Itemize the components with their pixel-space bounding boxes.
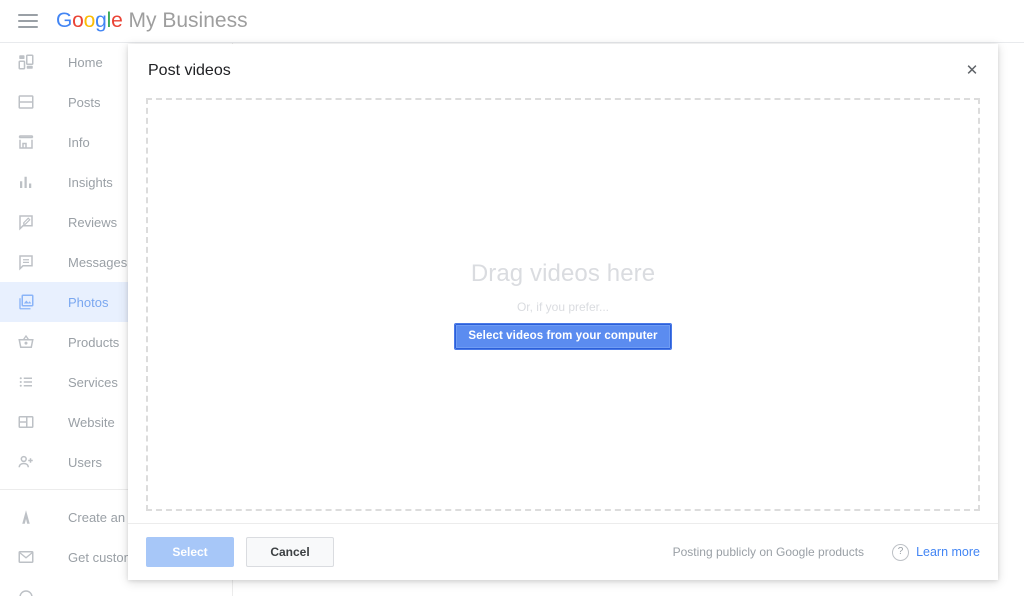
sidebar-item-label: Services — [68, 375, 118, 390]
sidebar-item-label: Users — [68, 455, 102, 470]
sidebar-item-label: Photos — [68, 295, 108, 310]
dropzone-subtext: Or, if you prefer... — [517, 300, 609, 314]
dialog-header: Post videos ✕ — [128, 44, 998, 98]
hamburger-line — [18, 20, 38, 22]
logo-letter: G — [56, 9, 72, 32]
post-videos-dialog: Post videos ✕ Drag videos here Or, if yo… — [128, 44, 998, 580]
posts-icon — [14, 90, 38, 114]
website-layout-icon — [14, 410, 38, 434]
circle-icon — [14, 585, 38, 596]
logo-letter: o — [84, 9, 95, 32]
hamburger-line — [18, 14, 38, 16]
basket-icon — [14, 330, 38, 354]
google-ads-icon — [14, 505, 38, 529]
video-dropzone[interactable]: Drag videos here Or, if you prefer... Se… — [146, 98, 980, 511]
storefront-icon — [14, 130, 38, 154]
hamburger-menu-icon[interactable] — [18, 14, 38, 28]
list-icon — [14, 370, 38, 394]
dialog-footer: Select Cancel Posting publicly on Google… — [128, 523, 998, 580]
sidebar-item-label: Home — [68, 55, 103, 70]
close-icon[interactable]: ✕ — [963, 62, 981, 80]
photo-stack-icon — [14, 290, 38, 314]
dropzone-headline: Drag videos here — [471, 260, 655, 288]
logo-letter: g — [95, 9, 106, 32]
learn-more-link[interactable]: Learn more — [916, 545, 980, 559]
sidebar-item-label: Posts — [68, 95, 101, 110]
hamburger-line — [18, 26, 38, 28]
dashboard-icon — [14, 50, 38, 74]
sidebar-item-label: Website — [68, 415, 115, 430]
cancel-button[interactable]: Cancel — [246, 537, 334, 567]
person-add-icon — [14, 450, 38, 474]
brand-logo[interactable]: Google My Business — [56, 9, 248, 33]
brand-suffix: My Business — [129, 9, 248, 33]
sidebar-item-label: Reviews — [68, 215, 117, 230]
select-videos-from-computer-button[interactable]: Select videos from your computer — [455, 324, 670, 349]
footer-right-group: Posting publicly on Google products ? Le… — [673, 544, 980, 561]
sidebar-item-label: Insights — [68, 175, 113, 190]
app-root: Google My Business Home Posts Info — [0, 0, 1024, 596]
sidebar-item-label: Info — [68, 135, 90, 150]
logo-letter: e — [111, 9, 122, 32]
dialog-title: Post videos — [148, 62, 231, 80]
message-lines-icon — [14, 250, 38, 274]
question-mark-icon[interactable]: ? — [892, 544, 909, 561]
select-button[interactable]: Select — [146, 537, 234, 567]
gmail-icon — [14, 545, 38, 569]
sidebar-item-label: Messages — [68, 255, 127, 270]
google-wordmark: Google — [56, 9, 123, 33]
bar-chart-icon — [14, 170, 38, 194]
posting-note: Posting publicly on Google products — [673, 545, 864, 559]
review-comment-icon — [14, 210, 38, 234]
sidebar-item-label: Products — [68, 335, 119, 350]
top-bar: Google My Business — [0, 0, 1024, 43]
dialog-body: Drag videos here Or, if you prefer... Se… — [128, 98, 998, 523]
logo-letter: o — [72, 9, 83, 32]
